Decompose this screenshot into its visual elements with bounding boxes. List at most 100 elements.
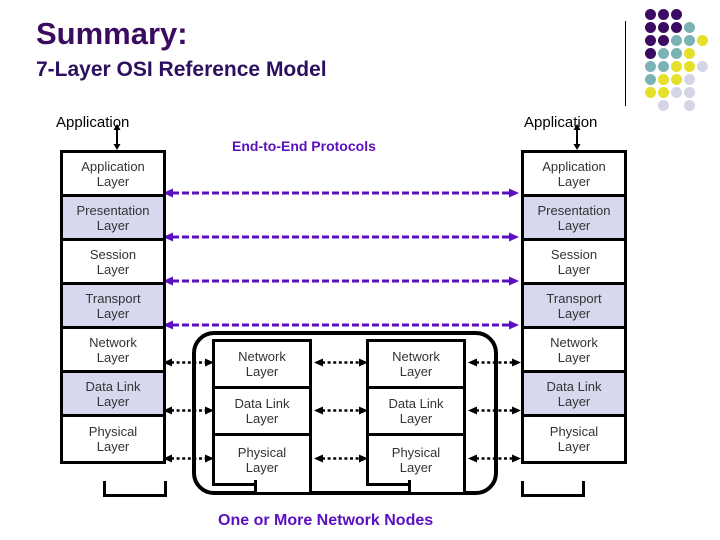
layer-presentation[interactable]: Presentation Layer xyxy=(524,197,624,241)
layer-title: Session xyxy=(550,246,598,262)
layer-subtitle: Layer xyxy=(96,217,130,233)
hop-physical-right xyxy=(468,454,521,463)
hop-network-right xyxy=(468,358,521,367)
host-foot-left xyxy=(103,481,167,497)
decorative-dot xyxy=(645,87,656,98)
decorative-dot xyxy=(645,9,656,20)
decorative-dot xyxy=(658,48,669,59)
layer-physical[interactable]: Physical Layer xyxy=(63,417,163,461)
decorative-dot xyxy=(671,48,682,59)
layer-application[interactable]: Application Layer xyxy=(63,153,163,197)
application-protocol-arrow xyxy=(163,188,519,198)
layer-subtitle: Layer xyxy=(96,261,130,277)
decorative-dot xyxy=(671,22,682,33)
layer-title: Transport xyxy=(85,290,141,306)
decorative-dot xyxy=(658,100,669,111)
layer-transport[interactable]: Transport Layer xyxy=(63,285,163,329)
layer-network[interactable]: Network Layer xyxy=(524,329,624,373)
decorative-dot xyxy=(658,61,669,72)
layer-session[interactable]: Session Layer xyxy=(63,241,163,285)
layer-data-link[interactable]: Data Link Layer xyxy=(524,373,624,417)
layer-network[interactable]: Network Layer xyxy=(63,329,163,373)
decorative-dot xyxy=(658,9,669,20)
hop-datalink-left xyxy=(163,406,214,415)
layer-subtitle: Layer xyxy=(557,173,591,189)
decorative-dot xyxy=(671,74,682,85)
layer-subtitle: Layer xyxy=(96,349,130,365)
layer-subtitle: Layer xyxy=(557,261,591,277)
hop-physical-mid xyxy=(314,454,368,463)
presentation-protocol-arrow xyxy=(163,232,519,242)
decorative-dot xyxy=(671,61,682,72)
host-stack-left: Application Layer Presentation Layer Session… xyxy=(60,150,166,464)
decorative-dot xyxy=(684,48,695,59)
layer-title: Application xyxy=(542,158,606,174)
layer-data-link[interactable]: Data Link Layer xyxy=(63,373,163,417)
layer-subtitle: Layer xyxy=(557,217,591,233)
layer-transport[interactable]: Transport Layer xyxy=(524,285,624,329)
vertical-divider xyxy=(625,21,626,106)
layer-subtitle: Layer xyxy=(557,393,591,409)
layer-title: Physical xyxy=(549,424,599,439)
layer-session[interactable]: Session Layer xyxy=(524,241,624,285)
host-foot-right xyxy=(521,481,585,497)
decorative-dot xyxy=(658,35,669,46)
node-layer-physical[interactable]: Physical Layer xyxy=(369,436,463,483)
node-foot-right xyxy=(408,480,466,495)
decorative-dot xyxy=(645,22,656,33)
node-layer-physical[interactable]: Physical Layer xyxy=(215,436,309,483)
page-title: Summary: xyxy=(36,16,188,51)
page-subtitle: 7-Layer OSI Reference Model xyxy=(36,58,327,81)
layer-title: Physical xyxy=(88,424,138,439)
bottom-caption: One or More Network Nodes xyxy=(218,512,434,529)
layer-title: Data Link xyxy=(388,396,444,411)
layer-subtitle: Layer xyxy=(557,439,591,454)
hop-network-mid xyxy=(314,358,368,367)
node-layer-network[interactable]: Network Layer xyxy=(369,342,463,389)
node-layer-data-link[interactable]: Data Link Layer xyxy=(369,389,463,436)
decorative-dot xyxy=(658,74,669,85)
application-interface-arrow-left xyxy=(113,124,121,150)
layer-title: Presentation xyxy=(537,202,611,218)
decorative-dot-grid xyxy=(645,9,711,111)
layer-subtitle: Layer xyxy=(96,173,130,189)
decorative-dot xyxy=(684,87,695,98)
transport-protocol-arrow xyxy=(163,320,519,330)
layer-subtitle: Layer xyxy=(399,459,433,475)
node-layer-network[interactable]: Network Layer xyxy=(215,342,309,389)
layer-subtitle: Layer xyxy=(399,364,433,379)
layer-title: Physical xyxy=(391,444,441,460)
layer-physical[interactable]: Physical Layer xyxy=(524,417,624,461)
decorative-dot xyxy=(645,48,656,59)
application-interface-arrow-right xyxy=(573,124,581,150)
layer-title: Network xyxy=(550,334,598,350)
layer-title: Presentation xyxy=(76,202,150,218)
hop-physical-left xyxy=(163,454,214,463)
decorative-dot xyxy=(697,61,708,72)
layer-title: Data Link xyxy=(234,396,290,411)
node-foot-left xyxy=(254,480,312,495)
decorative-dot xyxy=(671,35,682,46)
hop-network-left xyxy=(163,358,214,367)
layer-title: Application xyxy=(81,158,145,174)
decorative-dot xyxy=(645,35,656,46)
layer-subtitle: Layer xyxy=(245,459,279,475)
layer-application[interactable]: Application Layer xyxy=(524,153,624,197)
hop-datalink-right xyxy=(468,406,521,415)
hop-datalink-mid xyxy=(314,406,368,415)
node-stack-left: Network Layer Data Link Layer Physical Layer xyxy=(212,339,312,486)
slide-canvas: Summary: 7-Layer OSI Reference Model App… xyxy=(0,0,720,540)
host-stack-right: Application Layer Presentation Layer Session… xyxy=(521,150,627,464)
layer-title: Network xyxy=(392,349,440,364)
layer-title: Data Link xyxy=(85,378,141,394)
layer-presentation[interactable]: Presentation Layer xyxy=(63,197,163,241)
node-layer-data-link[interactable]: Data Link Layer xyxy=(215,389,309,436)
layer-subtitle: Layer xyxy=(399,411,433,426)
decorative-dot xyxy=(671,9,682,20)
decorative-dot xyxy=(645,61,656,72)
layer-title: Data Link xyxy=(546,378,602,394)
decorative-dot xyxy=(658,22,669,33)
layer-title: Session xyxy=(89,246,137,262)
layer-title: Network xyxy=(89,334,137,350)
layer-subtitle: Layer xyxy=(96,439,130,454)
